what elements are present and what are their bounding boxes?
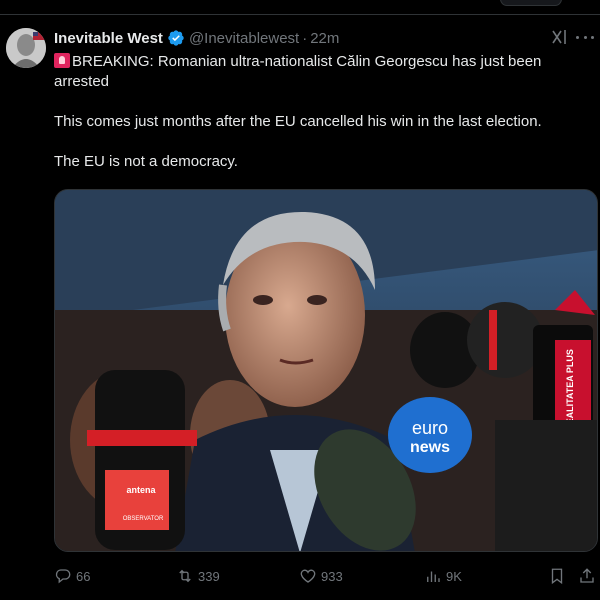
mic-label-euro: euro	[412, 418, 448, 438]
tweet-line-2: This comes just months after the EU canc…	[54, 113, 542, 130]
reply-button[interactable]: 66	[54, 566, 90, 586]
mic-label-news: news	[410, 439, 450, 456]
tweet-line-3: The EU is not a democracy.	[54, 153, 238, 170]
verified-badge-icon	[167, 29, 185, 47]
tweet-media-image[interactable]: antena OBSERVATOR euro news REALITATEA P…	[54, 189, 598, 552]
avatar[interactable]	[6, 28, 46, 68]
like-count: 933	[321, 568, 343, 584]
repost-icon	[179, 569, 191, 583]
tweet-header: Inevitable West @Inevitablewest · 22m	[54, 28, 339, 48]
bookmark-button[interactable]	[548, 566, 570, 586]
repost-button[interactable]: 339	[176, 566, 220, 586]
views-icon	[427, 571, 440, 582]
mic-label-realitatea: REALITATEA PLUS	[565, 349, 575, 431]
share-icon	[580, 568, 594, 583]
reply-count: 66	[76, 568, 91, 584]
views-count: 9K	[446, 568, 462, 584]
tweet-line-1: BREAKING: Romanian ultra-nationalist Căl…	[54, 53, 542, 90]
separator: ·	[302, 29, 308, 47]
top-partial-button	[500, 0, 562, 6]
action-bar: 66 339 933 9K	[54, 566, 598, 586]
more-icon[interactable]	[576, 30, 594, 44]
share-button[interactable]	[578, 566, 600, 586]
bookmark-icon	[551, 568, 563, 585]
tweet-text: BREAKING: Romanian ultra-nationalist Căl…	[54, 52, 589, 172]
like-icon	[300, 569, 316, 583]
siren-icon	[54, 53, 70, 68]
display-name[interactable]: Inevitable West	[54, 30, 163, 47]
microphone-euronews: euro news	[388, 397, 472, 473]
repost-count: 339	[198, 568, 220, 584]
mic-label-antena: antena	[126, 485, 156, 495]
timestamp[interactable]: 22m	[310, 30, 339, 47]
microphone-left: antena OBSERVATOR	[87, 370, 197, 550]
divider	[0, 14, 600, 15]
views-button[interactable]: 9K	[424, 566, 462, 586]
handle[interactable]: @Inevitablewest	[189, 30, 299, 47]
reply-icon	[55, 569, 71, 584]
like-button[interactable]: 933	[299, 566, 343, 586]
mic-label-observator: OBSERVATOR	[123, 516, 164, 522]
grok-icon[interactable]	[550, 27, 570, 47]
